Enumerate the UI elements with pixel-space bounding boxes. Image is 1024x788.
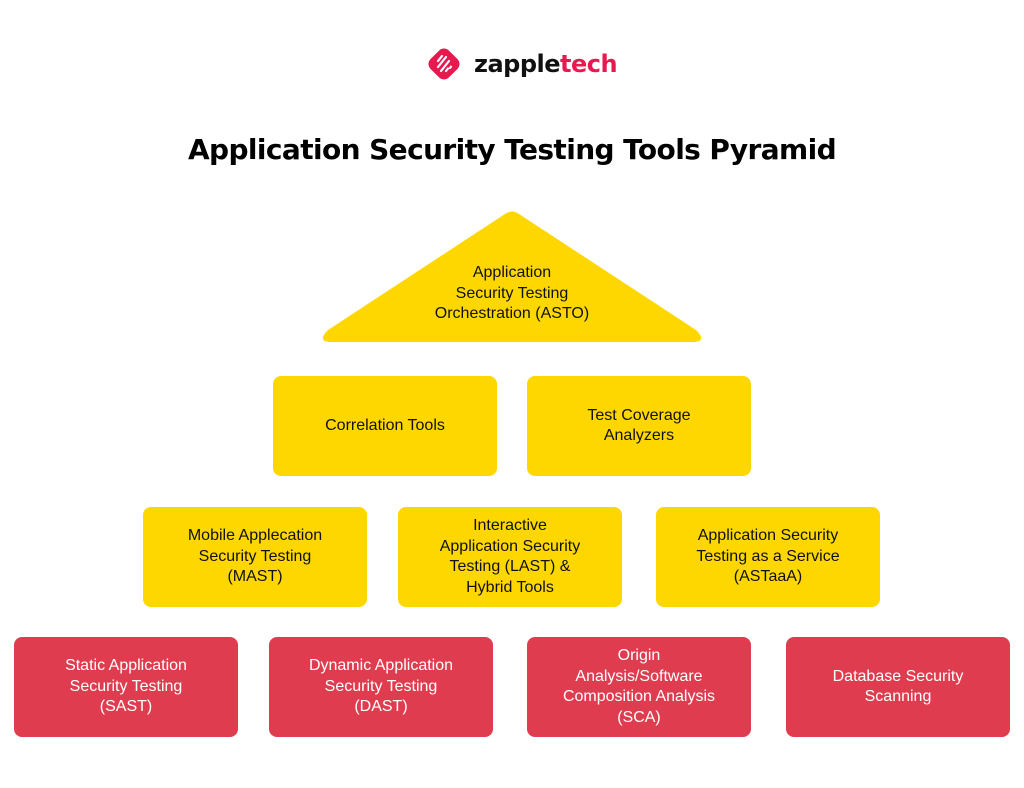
tier2-test-coverage-analyzers: Test Coverage Analyzers: [527, 376, 751, 476]
box-label: Dynamic Application Security Testing (DA…: [308, 657, 454, 716]
tier3-astaas: Application Security Testing as a Servic…: [656, 507, 880, 607]
diagram-title: Application Security Testing Tools Pyram…: [187, 133, 837, 166]
box-label: Correlation Tools: [325, 416, 445, 434]
brand-name-part1: zapple: [474, 50, 561, 78]
box-label: Database Security Scanning: [832, 667, 964, 706]
zappletech-logo-icon: [428, 48, 460, 80]
box-label: Origin Analysis/Software Composition Ana…: [562, 647, 716, 726]
box-label: Mobile Applecation Security Testing (MAS…: [187, 527, 323, 586]
brand-logo: zappletech: [424, 44, 618, 84]
base-sast: Static Application Security Testing (SAS…: [14, 637, 238, 737]
tier3-iast-hybrid: Interactive Application Security Testing…: [398, 507, 622, 607]
box-label: Application Security Testing as a Servic…: [696, 527, 840, 586]
base-dast: Dynamic Application Security Testing (DA…: [269, 637, 493, 737]
tier2-correlation-tools: Correlation Tools: [273, 376, 497, 476]
apex-asto-label: Application Security Testing Orchestrati…: [434, 264, 590, 322]
box-label: Interactive Application Security Testing…: [439, 517, 581, 596]
tier3-mast: Mobile Applecation Security Testing (MAS…: [143, 507, 367, 607]
base-database-security-scanning: Database Security Scanning: [786, 637, 1010, 737]
base-sca: Origin Analysis/Software Composition Ana…: [527, 637, 751, 737]
box-label: Static Application Security Testing (SAS…: [65, 657, 187, 716]
box-label: Test Coverage Analyzers: [587, 406, 691, 445]
brand-name: zappletech: [474, 50, 618, 78]
brand-name-part2: tech: [560, 50, 618, 78]
